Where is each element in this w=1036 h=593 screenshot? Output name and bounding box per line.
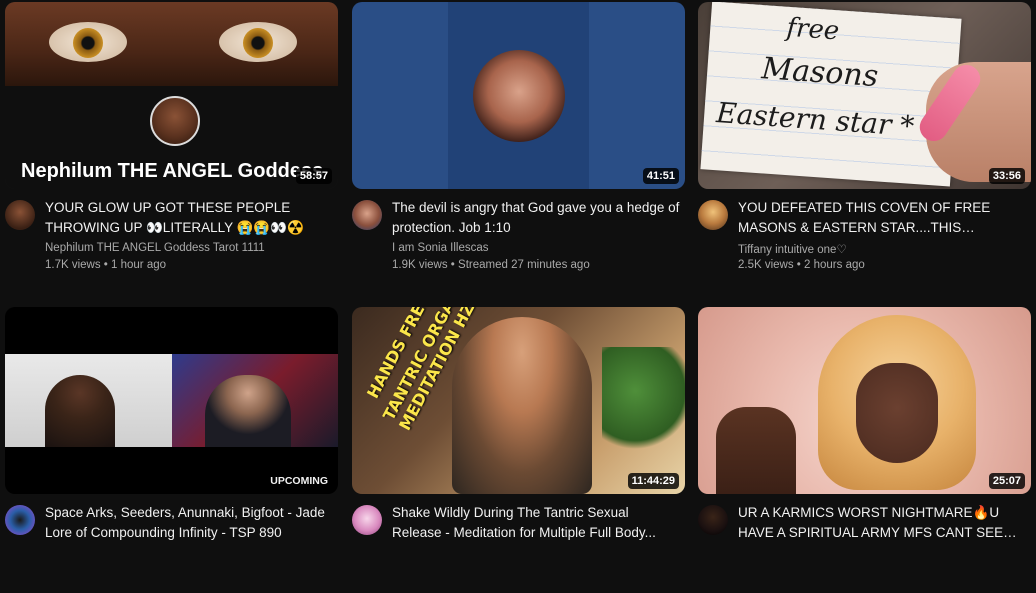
video-title[interactable]: The devil is angry that God gave you a h… — [392, 198, 680, 237]
video-card[interactable]: UPCOMING Space Arks, Seeders, Anunnaki, … — [5, 307, 338, 540]
thumbnail-image: free Masons Eastern star * — [700, 2, 962, 187]
channel-avatar[interactable] — [698, 200, 728, 230]
video-stats: 1.7K views • 1 hour ago — [45, 259, 167, 271]
thumbnail-text: Eastern star * — [715, 96, 916, 143]
video-title[interactable]: Space Arks, Seeders, Anunnaki, Bigfoot -… — [45, 503, 333, 542]
channel-name[interactable]: Nephilum THE ANGEL Goddess Tarot 1111 — [45, 242, 265, 254]
duration-badge: 33:56 — [988, 168, 1025, 184]
channel-name[interactable]: Tiffany intuitive one♡ — [738, 242, 847, 256]
video-card[interactable]: free Masons Eastern star * 33:56 YOU DEF… — [698, 2, 1031, 292]
channel-avatar[interactable] — [698, 505, 728, 535]
duration-badge: 41:51 — [642, 168, 679, 184]
channel-avatar[interactable] — [5, 505, 35, 535]
video-title[interactable]: Shake Wildly During The Tantric Sexual R… — [392, 503, 680, 542]
video-card[interactable]: 25:07 UR A KARMICS WORST NIGHTMARE🔥U HAV… — [698, 307, 1031, 540]
thumbnail-image — [5, 2, 338, 86]
upcoming-badge: UPCOMING — [266, 473, 332, 489]
video-thumbnail[interactable]: free Masons Eastern star * 33:56 — [698, 2, 1031, 189]
video-stats: 1.9K views • Streamed 27 minutes ago — [392, 259, 590, 271]
thumbnail-text: free — [785, 12, 841, 47]
video-thumbnail[interactable]: 41:51 — [352, 2, 685, 189]
channel-avatar[interactable] — [5, 200, 35, 230]
duration-badge: 58:57 — [295, 168, 332, 184]
video-thumbnail[interactable]: 25:07 — [698, 307, 1031, 494]
duration-badge: 11:44:29 — [627, 473, 679, 489]
video-title[interactable]: UR A KARMICS WORST NIGHTMARE🔥U HAVE A SP… — [738, 503, 1026, 542]
video-thumbnail[interactable]: Nephilum THE ANGEL Goddess 58:57 — [5, 2, 338, 189]
video-thumbnail[interactable]: UPCOMING — [5, 307, 338, 494]
video-card[interactable]: 41:51 The devil is angry that God gave y… — [352, 2, 685, 292]
video-title[interactable]: YOU DEFEATED THIS COVEN OF FREE MASONS &… — [738, 198, 1026, 237]
channel-avatar[interactable] — [352, 200, 382, 230]
channel-logo-image — [150, 96, 200, 146]
video-thumbnail[interactable]: HANDS FREE TANTRIC ORGASM MEDITATION HZ … — [352, 307, 685, 494]
duration-badge: 25:07 — [988, 473, 1025, 489]
thumbnail-image — [452, 317, 592, 494]
thumbnail-image — [473, 50, 565, 142]
channel-avatar[interactable] — [352, 505, 382, 535]
video-card[interactable]: Nephilum THE ANGEL Goddess 58:57 YOUR GL… — [5, 2, 338, 292]
thumbnail-text: Masons — [760, 51, 880, 95]
video-stats: 2.5K views • 2 hours ago — [738, 259, 865, 271]
channel-name[interactable]: I am Sonia Illescas — [392, 242, 489, 254]
video-title[interactable]: YOUR GLOW UP GOT THESE PEOPLE THROWING U… — [45, 198, 333, 237]
thumbnail-text: Nephilum THE ANGEL Goddess — [21, 160, 324, 182]
video-card[interactable]: HANDS FREE TANTRIC ORGASM MEDITATION HZ … — [352, 307, 685, 540]
